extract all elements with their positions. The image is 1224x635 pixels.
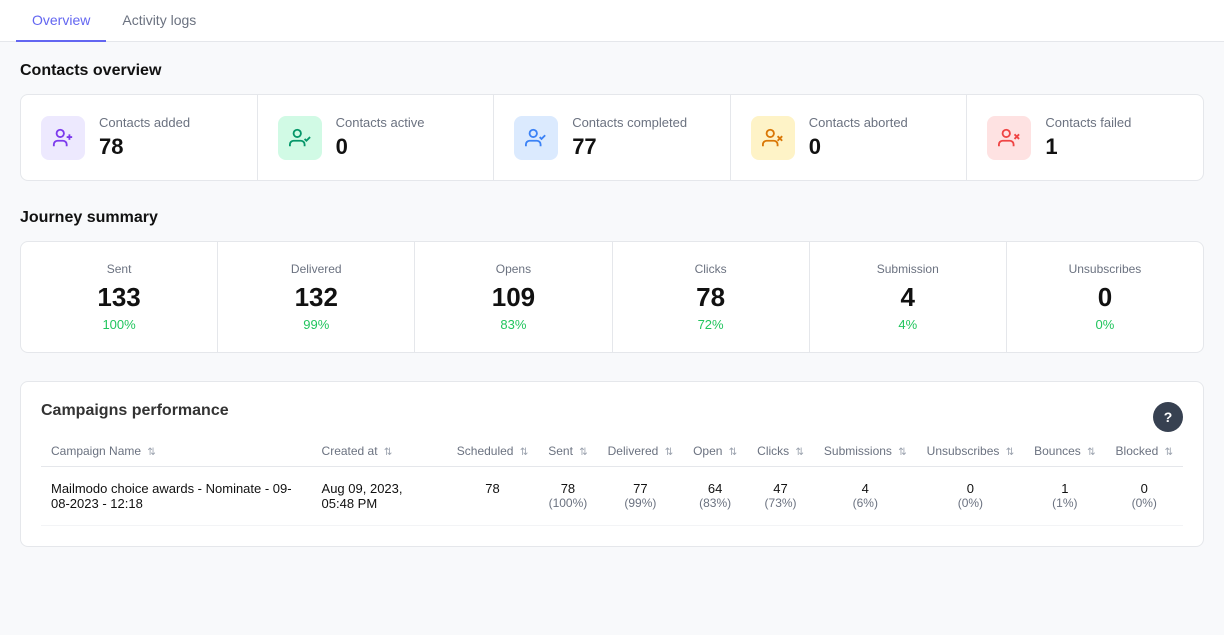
contacts-added-value: 78 [99, 134, 190, 160]
contacts-active-value: 0 [336, 134, 425, 160]
journey-stat-delivered-label: Delivered [238, 262, 394, 276]
td-campaign-name: Mailmodo choice awards - Nominate - 09-0… [41, 467, 312, 526]
th-blocked: Blocked ⇅ [1106, 436, 1183, 467]
contacts-overview-cards: Contacts added 78 Contacts active 0 [20, 94, 1204, 181]
journey-stat-sent: Sent 133 100% [21, 242, 218, 352]
campaigns-performance-section: Campaigns performance ? Campaign Name ⇅ … [20, 381, 1204, 547]
journey-stat-opens: Opens 109 83% [415, 242, 612, 352]
sort-icon-blocked[interactable]: ⇅ [1165, 447, 1173, 458]
campaigns-table: Campaign Name ⇅ Created at ⇅ Scheduled ⇅ [41, 436, 1183, 526]
sort-icon-submissions[interactable]: ⇅ [898, 447, 906, 458]
contacts-overview-title: Contacts overview [20, 62, 1204, 80]
contact-card-added: Contacts added 78 [21, 95, 258, 180]
th-submissions: Submissions ⇅ [814, 436, 917, 467]
contacts-aborted-info: Contacts aborted 0 [809, 115, 908, 160]
td-submissions: 4 (6%) [814, 467, 917, 526]
contacts-added-info: Contacts added 78 [99, 115, 190, 160]
th-sent: Sent ⇅ [538, 436, 597, 467]
td-scheduled: 78 [447, 467, 538, 526]
td-created-at: Aug 09, 2023, 05:48 PM [312, 467, 447, 526]
sort-icon-unsubscribes[interactable]: ⇅ [1006, 447, 1014, 458]
journey-stat-sent-pct: 100% [41, 317, 197, 332]
journey-stat-unsubscribes-pct: 0% [1027, 317, 1183, 332]
journey-stat-submission-pct: 4% [830, 317, 986, 332]
campaigns-performance-title: Campaigns performance [41, 402, 1183, 420]
sort-icon-bounces[interactable]: ⇅ [1087, 447, 1095, 458]
sort-icon-delivered[interactable]: ⇅ [665, 447, 673, 458]
journey-stat-opens-value: 109 [435, 282, 591, 313]
contacts-completed-icon [514, 116, 558, 160]
journey-summary-section: Journey summary Sent 133 100% Delivered … [20, 209, 1204, 353]
contacts-completed-label: Contacts completed [572, 115, 687, 130]
sort-icon-sent[interactable]: ⇅ [579, 447, 587, 458]
th-open: Open ⇅ [683, 436, 747, 467]
td-unsubscribes: 0 (0%) [917, 467, 1024, 526]
th-delivered: Delivered ⇅ [598, 436, 683, 467]
journey-stat-unsubscribes-value: 0 [1027, 282, 1183, 313]
contacts-aborted-value: 0 [809, 134, 908, 160]
campaigns-performance-card: Campaigns performance ? Campaign Name ⇅ … [20, 381, 1204, 547]
contact-card-aborted: Contacts aborted 0 [731, 95, 968, 180]
contacts-active-label: Contacts active [336, 115, 425, 130]
journey-stat-unsubscribes-label: Unsubscribes [1027, 262, 1183, 276]
journey-stat-delivered-value: 132 [238, 282, 394, 313]
journey-stat-unsubscribes: Unsubscribes 0 0% [1007, 242, 1203, 352]
contacts-overview-section: Contacts overview Contacts added 78 [20, 62, 1204, 181]
journey-stat-submission-label: Submission [830, 262, 986, 276]
contacts-added-icon [41, 116, 85, 160]
td-bounces: 1 (1%) [1024, 467, 1105, 526]
journey-stat-clicks-label: Clicks [633, 262, 789, 276]
journey-stat-sent-value: 133 [41, 282, 197, 313]
tab-overview[interactable]: Overview [16, 0, 106, 42]
journey-stat-delivered-pct: 99% [238, 317, 394, 332]
journey-summary-title: Journey summary [20, 209, 1204, 227]
table-header-row: Campaign Name ⇅ Created at ⇅ Scheduled ⇅ [41, 436, 1183, 467]
contacts-added-label: Contacts added [99, 115, 190, 130]
th-created-at: Created at ⇅ [312, 436, 447, 467]
contact-card-active: Contacts active 0 [258, 95, 495, 180]
sort-icon-clicks[interactable]: ⇅ [796, 447, 804, 458]
contacts-aborted-label: Contacts aborted [809, 115, 908, 130]
th-campaign-name: Campaign Name ⇅ [41, 436, 312, 467]
sort-icon-campaign-name[interactable]: ⇅ [147, 447, 155, 458]
journey-stat-submission-value: 4 [830, 282, 986, 313]
contacts-completed-value: 77 [572, 134, 687, 160]
contacts-failed-info: Contacts failed 1 [1045, 115, 1131, 160]
contacts-active-icon [278, 116, 322, 160]
journey-stat-opens-label: Opens [435, 262, 591, 276]
help-button[interactable]: ? [1153, 402, 1183, 432]
th-unsubscribes: Unsubscribes ⇅ [917, 436, 1024, 467]
contacts-failed-value: 1 [1045, 134, 1131, 160]
journey-summary-card: Sent 133 100% Delivered 132 99% Opens 10… [20, 241, 1204, 353]
contacts-failed-label: Contacts failed [1045, 115, 1131, 130]
journey-stat-clicks: Clicks 78 72% [613, 242, 810, 352]
tab-activity-logs[interactable]: Activity logs [106, 0, 212, 42]
td-blocked: 0 (0%) [1106, 467, 1183, 526]
journey-stat-delivered: Delivered 132 99% [218, 242, 415, 352]
contact-card-completed: Contacts completed 77 [494, 95, 731, 180]
td-delivered: 77 (99%) [598, 467, 683, 526]
journey-stat-submission: Submission 4 4% [810, 242, 1007, 352]
contacts-completed-info: Contacts completed 77 [572, 115, 687, 160]
th-clicks: Clicks ⇅ [747, 436, 814, 467]
contacts-failed-icon [987, 116, 1031, 160]
contact-card-failed: Contacts failed 1 [967, 95, 1203, 180]
contacts-aborted-icon [751, 116, 795, 160]
sort-icon-scheduled[interactable]: ⇅ [520, 447, 528, 458]
table-row: Mailmodo choice awards - Nominate - 09-0… [41, 467, 1183, 526]
td-clicks: 47 (73%) [747, 467, 814, 526]
td-sent: 78 (100%) [538, 467, 597, 526]
sort-icon-created-at[interactable]: ⇅ [384, 447, 392, 458]
th-scheduled: Scheduled ⇅ [447, 436, 538, 467]
contacts-active-info: Contacts active 0 [336, 115, 425, 160]
tabs-bar: Overview Activity logs [0, 0, 1224, 42]
journey-stat-sent-label: Sent [41, 262, 197, 276]
journey-stat-opens-pct: 83% [435, 317, 591, 332]
journey-stats-row: Sent 133 100% Delivered 132 99% Opens 10… [21, 242, 1203, 352]
th-bounces: Bounces ⇅ [1024, 436, 1105, 467]
sort-icon-open[interactable]: ⇅ [729, 447, 737, 458]
journey-stat-clicks-value: 78 [633, 282, 789, 313]
journey-stat-clicks-pct: 72% [633, 317, 789, 332]
td-open: 64 (83%) [683, 467, 747, 526]
